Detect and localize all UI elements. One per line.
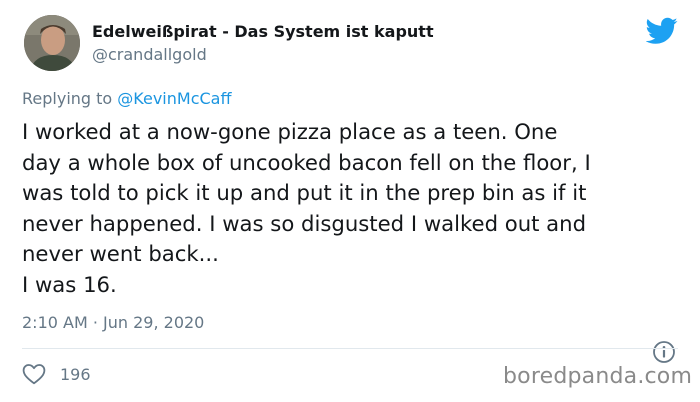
like-count: 196 [60,364,91,384]
twitter-bird-icon[interactable] [646,17,678,45]
replying-to-line: Replying to @KevinMcCaff [22,89,232,108]
tweet-text-line: never went back... [22,241,219,267]
author-handle[interactable]: @crandallgold [92,45,207,64]
author-display-name[interactable]: Edelweißpirat - Das System ist kaputt [92,22,434,41]
reply-mention-link[interactable]: @KevinMcCaff [117,89,231,108]
like-button[interactable]: 196 [22,363,91,385]
heart-icon [22,364,46,385]
replying-to-label: Replying to [22,89,118,108]
tweet-text-line: was told to pick it up and put it in the… [22,180,587,206]
avatar-photo [24,15,80,71]
tweet-text: I worked at a now-gone pizza place as a … [22,117,682,301]
tweet-text-line: never happened. I was so disgusted I wal… [22,210,587,236]
tweet-text-line: day a whole box of uncooked bacon fell o… [22,149,591,175]
action-divider [22,348,678,349]
boredpanda-watermark: boredpanda.com [503,364,693,389]
tweet-text-line: I worked at a now-gone pizza place as a … [22,119,558,144]
tweet-text-line: I was 16. [22,271,117,297]
tweet-timestamp[interactable]: 2:10 AM · Jun 29, 2020 [22,313,204,332]
avatar[interactable] [24,15,80,71]
info-icon[interactable] [652,340,676,364]
